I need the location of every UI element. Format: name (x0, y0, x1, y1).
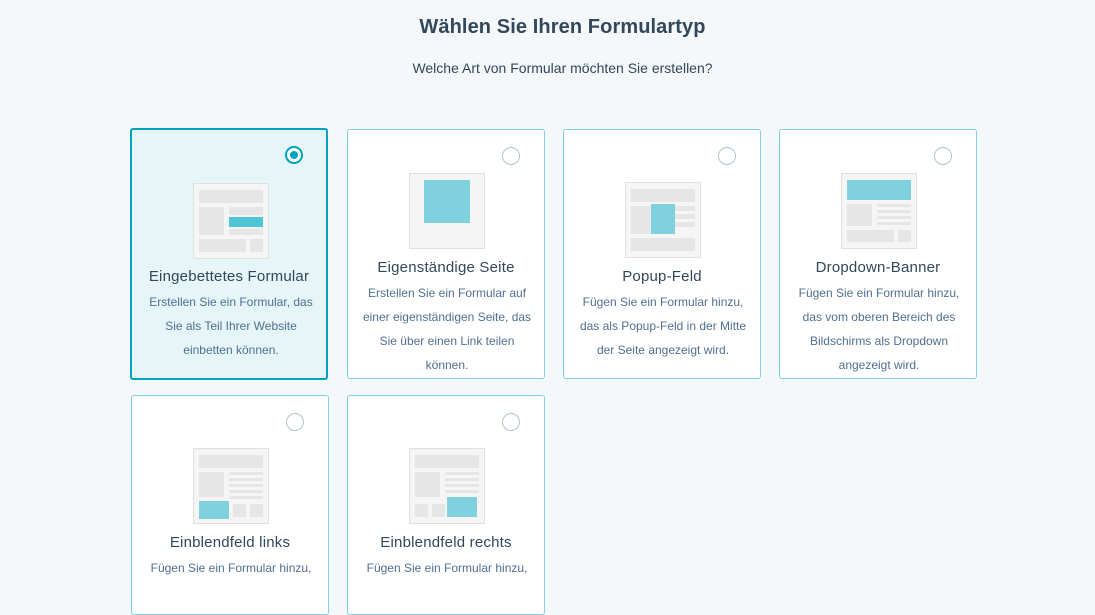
popup-box-illustration (625, 182, 701, 258)
form-type-card-slidein-right[interactable]: Einblendfeld rechts Fügen Sie ein Formul… (347, 395, 545, 615)
embedded-form-illustration (193, 183, 269, 259)
page-title: Wählen Sie Ihren Formulartyp (419, 16, 706, 38)
form-type-card-dropdown[interactable]: Dropdown-Banner Fügen Sie ein Formular h… (779, 129, 977, 379)
card-description: Erstellen Sie ein Formular, das Sie als … (149, 295, 313, 357)
form-type-card-embedded[interactable]: Eingebettetes Formular Erstellen Sie ein… (130, 128, 328, 380)
slide-in-left-illustration (193, 448, 269, 524)
card-description: Erstellen Sie ein Formular auf einer eig… (362, 286, 532, 372)
card-title: Einblendfeld rechts (380, 534, 512, 551)
slide-in-right-illustration (409, 448, 485, 524)
card-title: Einblendfeld links (169, 534, 291, 551)
radio-button[interactable] (934, 147, 952, 165)
form-type-card-slidein-left[interactable]: Einblendfeld links Fügen Sie ein Formula… (131, 395, 329, 615)
card-description: Fügen Sie ein Formular hinzu, (366, 561, 528, 575)
form-type-card-standalone[interactable]: Eigenständige Seite Erstellen Sie ein Fo… (347, 129, 545, 379)
dropdown-banner-illustration (841, 173, 917, 249)
radio-button[interactable] (286, 413, 304, 431)
radio-button[interactable] (502, 147, 520, 165)
card-description: Fügen Sie ein Formular hinzu, das vom ob… (798, 286, 960, 372)
card-description: Fügen Sie ein Formular hinzu, das als Po… (579, 295, 747, 357)
card-title: Eigenständige Seite (377, 259, 515, 276)
card-title: Dropdown-Banner (815, 259, 941, 276)
page-subtitle: Welche Art von Formular möchten Sie erst… (412, 60, 713, 76)
standalone-page-illustration (409, 173, 485, 249)
card-title: Popup-Feld (622, 268, 702, 285)
radio-button[interactable] (502, 413, 520, 431)
radio-button[interactable] (718, 147, 736, 165)
radio-button-selected[interactable] (285, 146, 303, 164)
form-type-card-popup[interactable]: Popup-Feld Fügen Sie ein Formular hinzu,… (563, 129, 761, 379)
card-title: Eingebettetes Formular (148, 268, 310, 285)
card-description: Fügen Sie ein Formular hinzu, (150, 561, 312, 575)
